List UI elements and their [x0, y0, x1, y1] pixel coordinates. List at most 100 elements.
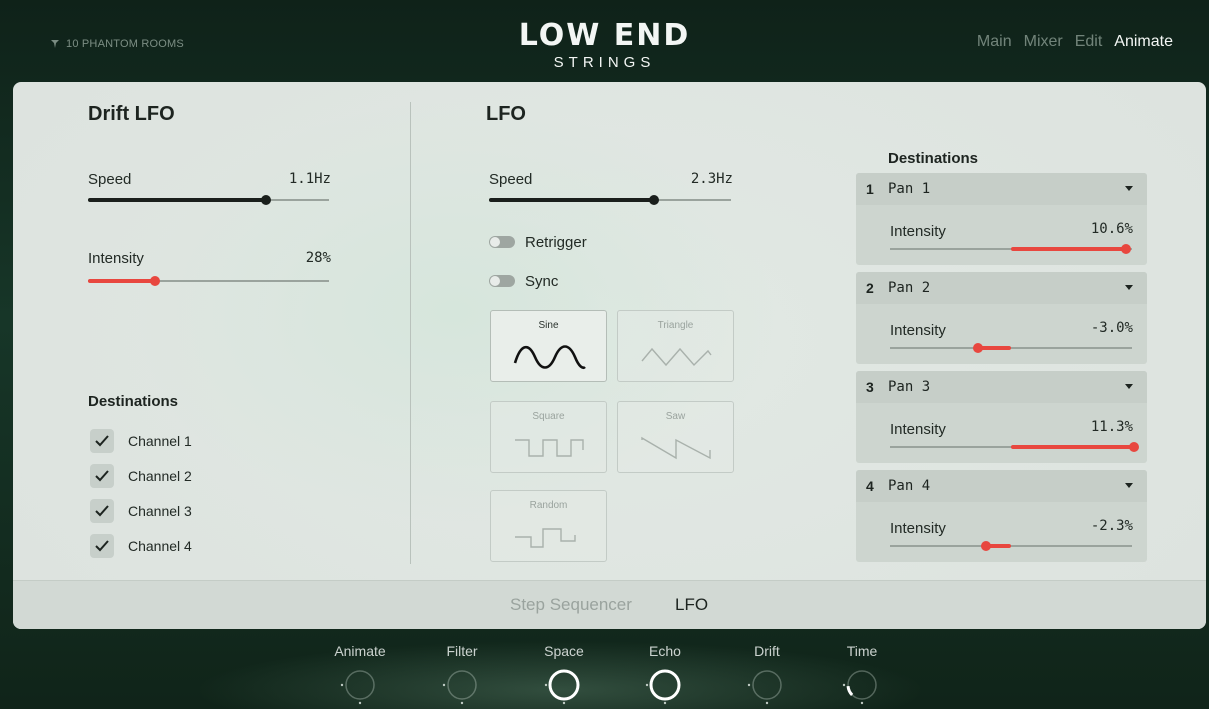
waveform-label: Triangle — [657, 320, 694, 331]
tab-lfo[interactable]: LFO — [675, 595, 708, 615]
checkbox-box[interactable] — [90, 534, 114, 558]
knob-dial-icon[interactable] — [544, 665, 584, 705]
knob-filter[interactable]: Filter — [422, 643, 502, 705]
waveform-random-button[interactable]: Random — [490, 490, 607, 562]
drift-speed-slider[interactable] — [88, 195, 329, 205]
destination-card-4: 4 Pan 4 Intensity -2.3% — [856, 470, 1147, 562]
retrigger-toggle[interactable]: Retrigger — [489, 234, 587, 251]
tab-step-sequencer[interactable]: Step Sequencer — [510, 595, 632, 615]
knob-time[interactable]: Time — [822, 643, 902, 705]
knob-label: Echo — [649, 643, 681, 659]
caret-down-icon — [1125, 285, 1133, 290]
slider-thumb[interactable] — [648, 195, 659, 205]
destination-number: 4 — [866, 478, 874, 494]
knob-label: Time — [846, 643, 878, 659]
lfo-speed-slider[interactable] — [489, 195, 731, 205]
random-wave-icon — [515, 528, 576, 548]
waveform-label: Saw — [665, 411, 686, 422]
nav-animate[interactable]: Animate — [1114, 33, 1173, 51]
square-wave-icon — [515, 439, 584, 457]
column-divider — [410, 102, 411, 564]
intensity-slider-3[interactable] — [890, 442, 1140, 452]
intensity-slider-2[interactable] — [890, 343, 1132, 353]
toggle-switch[interactable] — [489, 236, 515, 248]
slider-thumb[interactable] — [1121, 244, 1132, 254]
channel-2-checkbox[interactable]: Channel 2 — [90, 464, 192, 488]
knob-dial-icon[interactable] — [747, 665, 787, 705]
destination-number: 2 — [866, 280, 874, 296]
slider-fill — [88, 198, 267, 202]
drift-speed-label: Speed — [88, 171, 132, 188]
intensity-value: 11.3% — [1090, 419, 1133, 435]
knob-dial-icon[interactable] — [842, 665, 882, 705]
intensity-slider-1[interactable] — [890, 244, 1132, 254]
slider-fill — [489, 198, 654, 202]
knob-space[interactable]: Space — [524, 643, 604, 705]
intensity-label: Intensity — [890, 223, 946, 240]
drift-speed-value: 1.1Hz — [288, 171, 331, 187]
knob-dial-icon[interactable] — [442, 665, 482, 705]
caret-down-icon — [1125, 186, 1133, 191]
intensity-value: -3.0% — [1090, 320, 1133, 336]
waveform-square-button[interactable]: Square — [490, 401, 607, 473]
sync-label: Sync — [525, 272, 559, 290]
waveform-saw-button[interactable]: Saw — [617, 401, 734, 473]
toggle-switch[interactable] — [489, 275, 515, 287]
lfo-speed-value: 2.3Hz — [690, 171, 733, 187]
nav-edit[interactable]: Edit — [1075, 33, 1103, 51]
knob-label: Animate — [334, 643, 386, 659]
knob-label: Filter — [446, 643, 478, 659]
channel-label: Channel 4 — [128, 538, 192, 554]
waveform-triangle-button[interactable]: Triangle — [617, 310, 734, 382]
channel-4-checkbox[interactable]: Channel 4 — [90, 534, 192, 558]
destination-dropdown-3[interactable]: 3 Pan 3 — [856, 371, 1147, 403]
check-icon — [95, 505, 109, 517]
knob-dial-icon[interactable] — [645, 665, 685, 705]
nav-mixer[interactable]: Mixer — [1024, 33, 1063, 51]
knob-dial-icon[interactable] — [340, 665, 380, 705]
channel-1-checkbox[interactable]: Channel 1 — [90, 429, 192, 453]
app-window: 10 PHANTOM ROOMS LOW END STRINGS Main Mi… — [0, 0, 1209, 709]
nav-main[interactable]: Main — [977, 33, 1012, 51]
destination-name: Pan 4 — [888, 478, 931, 494]
saw-wave-icon — [641, 436, 711, 460]
destination-dropdown-1[interactable]: 1 Pan 1 — [856, 173, 1147, 205]
destination-dropdown-2[interactable]: 2 Pan 2 — [856, 272, 1147, 304]
drift-intensity-label: Intensity — [88, 250, 144, 267]
destination-card-1: 1 Pan 1 Intensity 10.6% — [856, 173, 1147, 265]
knob-label: Drift — [754, 643, 780, 659]
checkbox-box[interactable] — [90, 429, 114, 453]
check-icon — [95, 470, 109, 482]
waveform-label: Sine — [538, 320, 559, 331]
slider-thumb[interactable] — [1129, 442, 1140, 452]
sync-toggle[interactable]: Sync — [489, 272, 559, 290]
channel-label: Channel 1 — [128, 433, 192, 449]
channel-3-checkbox[interactable]: Channel 3 — [90, 499, 192, 523]
checkbox-box[interactable] — [90, 464, 114, 488]
slider-thumb[interactable] — [973, 343, 984, 353]
check-icon — [95, 540, 109, 552]
waveform-label: Square — [532, 411, 565, 422]
waveform-label: Random — [529, 500, 568, 511]
destination-name: Pan 1 — [888, 181, 931, 197]
slider-thumb[interactable] — [261, 195, 272, 205]
destination-name: Pan 2 — [888, 280, 931, 296]
intensity-label: Intensity — [890, 322, 946, 339]
slider-thumb[interactable] — [150, 276, 161, 286]
knob-drift[interactable]: Drift — [727, 643, 807, 705]
knob-echo[interactable]: Echo — [625, 643, 705, 705]
drift-destinations-title: Destinations — [88, 393, 179, 410]
waveform-sine-button[interactable]: Sine — [490, 310, 607, 382]
destination-number: 1 — [866, 181, 874, 197]
knob-animate[interactable]: Animate — [320, 643, 400, 705]
slider-track — [890, 347, 1132, 349]
destination-number: 3 — [866, 379, 874, 395]
drift-intensity-value: 28% — [305, 250, 331, 266]
slider-thumb[interactable] — [980, 541, 991, 551]
checkbox-box[interactable] — [90, 499, 114, 523]
channel-label: Channel 3 — [128, 503, 192, 519]
lfo-title: LFO — [486, 103, 526, 125]
destination-dropdown-4[interactable]: 4 Pan 4 — [856, 470, 1147, 502]
drift-intensity-slider[interactable] — [88, 276, 329, 286]
intensity-slider-4[interactable] — [890, 541, 1132, 551]
